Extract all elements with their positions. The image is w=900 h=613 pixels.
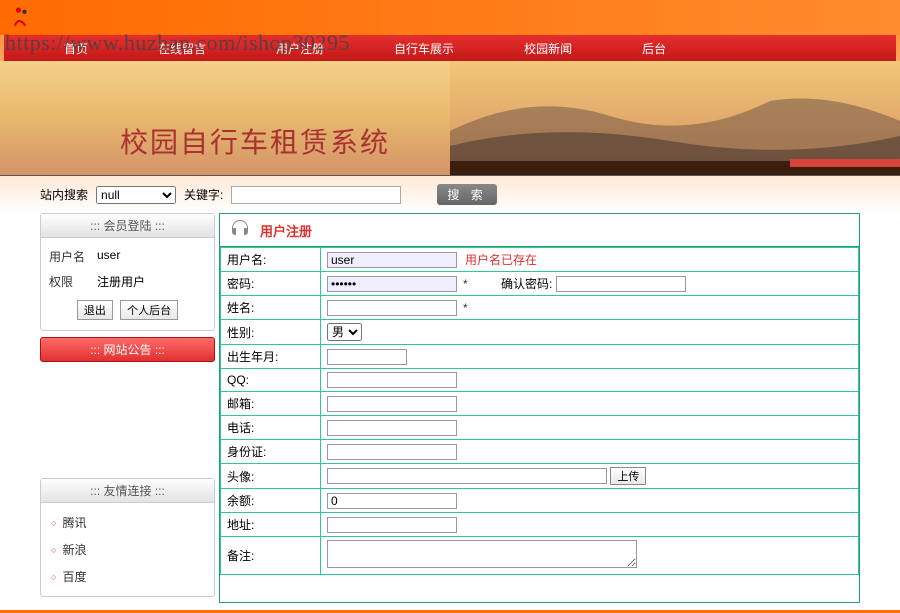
qq-label: QQ: <box>221 369 321 392</box>
gender-select[interactable]: 男 <box>327 323 362 341</box>
upload-button[interactable]: 上传 <box>610 467 646 485</box>
search-bar: 站内搜索 null 关键字: 搜 索 <box>0 176 900 213</box>
register-form: 用户名: 用户名已存在 密码: * 确认密码: 姓名: * 性别: 男 出生年月… <box>220 247 859 575</box>
idcard-input[interactable] <box>327 444 457 460</box>
phone-label: 电话: <box>221 416 321 440</box>
links-panel: ::: 友情连接 ::: 腾讯 新浪 百度 <box>40 478 215 597</box>
banner-title: 校园自行车租赁系统 <box>120 121 390 161</box>
nav-news[interactable]: 校园新闻 <box>489 40 607 57</box>
birth-label: 出生年月: <box>221 345 321 369</box>
login-panel: ::: 会员登陆 ::: 用户名 user 权限注册用户 退出 个人后台 <box>40 213 215 331</box>
confirm-password-label: 确认密码: <box>501 277 552 291</box>
address-label: 地址: <box>221 513 321 537</box>
search-button[interactable]: 搜 索 <box>437 184 496 205</box>
remark-textarea[interactable] <box>327 540 637 568</box>
logo-icon <box>8 4 34 30</box>
username-error: 用户名已存在 <box>465 253 537 267</box>
username-input[interactable] <box>327 252 457 268</box>
login-user-value: user <box>97 248 120 265</box>
password-input[interactable] <box>327 276 457 292</box>
friend-link[interactable]: 腾讯 <box>47 509 208 536</box>
headset-icon <box>228 218 252 242</box>
email-input[interactable] <box>327 396 457 412</box>
name-input[interactable] <box>327 300 457 316</box>
keyword-input[interactable] <box>231 186 401 204</box>
email-label: 邮箱: <box>221 392 321 416</box>
birth-input[interactable] <box>327 349 407 365</box>
password-label: 密码: <box>221 272 321 296</box>
nav-bikes[interactable]: 自行车展示 <box>359 40 489 57</box>
name-label: 姓名: <box>221 296 321 320</box>
logout-button[interactable]: 退出 <box>77 300 113 320</box>
qq-input[interactable] <box>327 372 457 388</box>
login-user-label: 用户名 <box>49 248 89 265</box>
watermark-text: https://www.huzhan.com/ishop30295 <box>5 30 350 56</box>
required-star: * <box>463 277 468 291</box>
avatar-label: 头像: <box>221 464 321 489</box>
required-star: * <box>463 301 468 315</box>
banner: 校园自行车租赁系统 <box>0 61 900 176</box>
nav-admin[interactable]: 后台 <box>607 40 701 57</box>
username-label: 用户名: <box>221 248 321 272</box>
remark-label: 备注: <box>221 537 321 575</box>
login-panel-head: ::: 会员登陆 ::: <box>41 214 214 238</box>
phone-input[interactable] <box>327 420 457 436</box>
confirm-password-input[interactable] <box>556 276 686 292</box>
notice-panel-head: ::: 网站公告 ::: <box>40 337 215 362</box>
balance-label: 余额: <box>221 489 321 513</box>
links-panel-head: ::: 友情连接 ::: <box>41 479 214 503</box>
register-title: 用户注册 <box>260 221 312 240</box>
idcard-label: 身份证: <box>221 440 321 464</box>
address-input[interactable] <box>327 517 457 533</box>
user-center-button[interactable]: 个人后台 <box>120 300 178 320</box>
mountain-scene-icon <box>450 61 900 176</box>
gender-label: 性别: <box>221 320 321 345</box>
register-panel: 用户注册 用户名: 用户名已存在 密码: * 确认密码: 姓名: * 性别: 男… <box>219 213 860 603</box>
keyword-label: 关键字: <box>184 186 223 203</box>
friend-link[interactable]: 新浪 <box>47 536 208 563</box>
search-category-select[interactable]: null <box>96 186 176 204</box>
friend-link[interactable]: 百度 <box>47 563 208 590</box>
login-role-label: 权限 <box>49 273 89 290</box>
balance-input[interactable] <box>327 493 457 509</box>
search-label: 站内搜索 <box>40 186 88 203</box>
avatar-input[interactable] <box>327 468 607 484</box>
login-role-value: 注册用户 <box>97 273 145 290</box>
sidebar: ::: 会员登陆 ::: 用户名 user 权限注册用户 退出 个人后台 ::: … <box>40 213 215 603</box>
